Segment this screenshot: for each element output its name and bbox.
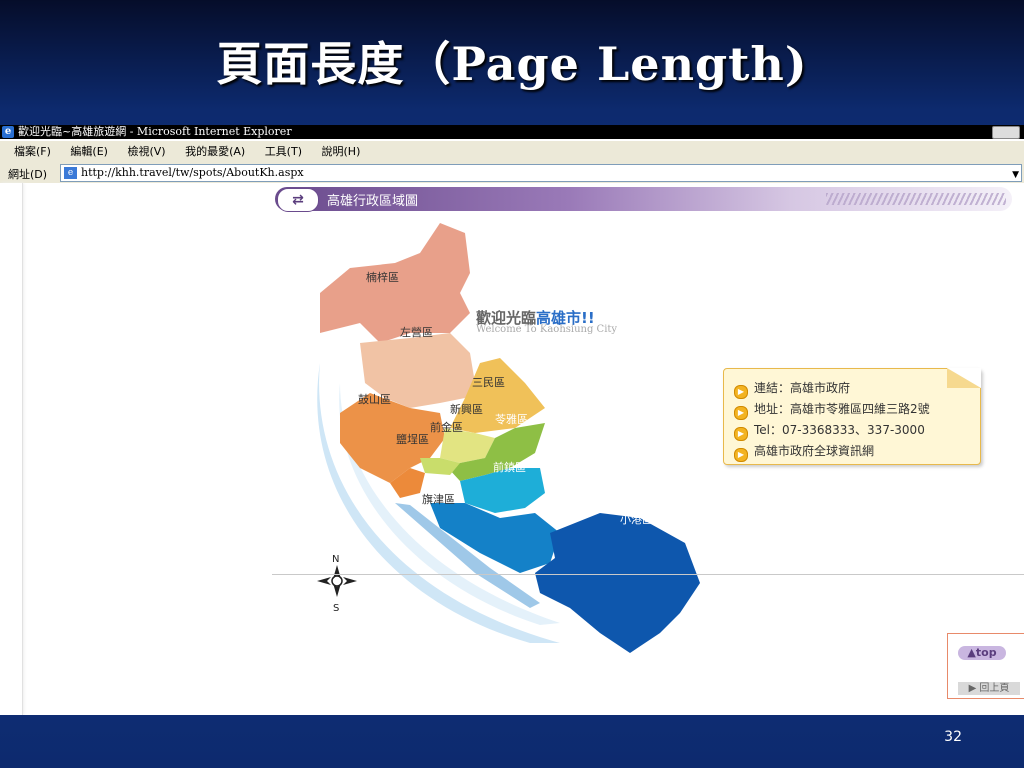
map-label-qijin: 旗津區 (422, 492, 455, 506)
window-controls[interactable] (992, 126, 1020, 139)
info-link[interactable]: ▶ 連結：高雄市政府 (734, 379, 850, 399)
address-label: 網址(D) (8, 168, 48, 181)
content-divider (272, 574, 1024, 575)
map-label-xinxing: 新興區 (450, 402, 483, 416)
info-address-text: 地址：高雄市苓雅區四維三路2號 (754, 402, 930, 416)
section-title: 高雄行政區域圖 (327, 194, 419, 209)
map-label-xiaogang: 小港區 (620, 513, 653, 526)
menu-help[interactable]: 說明(H) (322, 145, 361, 158)
window-title: 歡迎光臨~高雄旅遊網 - Microsoft Internet Explorer (18, 125, 292, 138)
info-box-fold (947, 368, 981, 388)
arrow-exchange-icon: ⇄ (277, 188, 319, 212)
url-text: http://khh.travel/tw/spots/AboutKh.aspx (81, 166, 304, 179)
district-xiaogang[interactable] (535, 513, 700, 653)
compass-south: S (333, 603, 339, 613)
arrow-right-icon: ▶ (734, 448, 748, 462)
menu-favorites[interactable]: 我的最愛(A) (185, 145, 245, 158)
map-label-nanzi: 楠梓區 (366, 270, 399, 284)
section-header: ⇄ 高雄行政區域圖 (275, 187, 1012, 212)
back-button[interactable]: ▶ 回上頁 (958, 682, 1020, 695)
info-link-text: 連結：高雄市政府 (754, 381, 851, 395)
page-number: 32 (944, 729, 962, 745)
welcome-english: Welcome To Kaohsiung City (476, 324, 618, 335)
map-label-qianzhen: 前鎮區 (493, 460, 526, 474)
menu-file[interactable]: 檔案(F) (14, 145, 51, 158)
arrow-right-icon: ▶ (734, 385, 748, 399)
left-frame (0, 183, 23, 715)
address-input[interactable]: e http://khh.travel/tw/spots/AboutKh.aspx… (60, 164, 1022, 182)
menu-view[interactable]: 檢視(V) (127, 145, 165, 158)
arrow-right-icon: ▶ (734, 427, 748, 441)
arrow-right-icon: ▶ (734, 406, 748, 420)
info-portal[interactable]: ▶ 高雄市政府全球資訊網 (734, 442, 874, 462)
info-box: ▶ 連結：高雄市政府 ▶ 地址：高雄市苓雅區四維三路2號 ▶ Tel：07-33683… (723, 368, 981, 465)
chevron-down-icon[interactable]: ▼ (1012, 167, 1019, 183)
top-button[interactable]: ▲top (958, 646, 1006, 660)
browser-window: e 歡迎光臨~高雄旅遊網 - Microsoft Internet Explore… (0, 125, 1024, 715)
slide-title: 頁面長度（Page Length) (216, 37, 808, 91)
ie-logo-icon: e (2, 126, 14, 138)
header-stripes (826, 193, 1006, 205)
district-map: 楠梓區 左營區 三民區 鼓山區 新興區 苓雅區 前金區 鹽埕區 前鎮區 旗津區 … (317, 223, 700, 653)
compass-north: N (332, 554, 339, 565)
page-icon: e (64, 167, 77, 179)
map-label-lingya: 苓雅區 (495, 412, 528, 426)
address-bar: 網址(D) e http://khh.travel/tw/spots/AboutK… (0, 163, 1024, 184)
browser-titlebar: e 歡迎光臨~高雄旅遊網 - Microsoft Internet Explore… (0, 125, 1024, 139)
map-label-sanmin: 三民區 (472, 376, 505, 389)
info-address: ▶ 地址：高雄市苓雅區四維三路2號 (734, 400, 930, 420)
page-nav-box: ▲top ▶ 回上頁 (947, 633, 1024, 699)
info-tel-text: Tel：07-3368333、337-3000 (754, 423, 925, 437)
map-label-qianjin: 前金區 (430, 420, 463, 434)
compass-icon: N S (317, 554, 357, 613)
menu-bar: 檔案(F) 編輯(E) 檢視(V) 我的最愛(A) 工具(T) 說明(H) (0, 141, 1024, 164)
menu-tools[interactable]: 工具(T) (265, 145, 302, 158)
map-label-gushan: 鼓山區 (358, 392, 391, 406)
info-portal-text: 高雄市政府全球資訊網 (754, 444, 875, 458)
page-viewport: ⇄ 高雄行政區域圖 楠梓區 左營區 三民區 鼓山區 新興區 苓雅區 前金區 鹽埕… (0, 183, 1024, 715)
menu-edit[interactable]: 編輯(E) (70, 145, 108, 158)
map-label-zuoying: 左營區 (400, 326, 433, 339)
map-label-yancheng: 鹽埕區 (396, 432, 429, 446)
info-tel: ▶ Tel：07-3368333、337-3000 (734, 421, 925, 441)
